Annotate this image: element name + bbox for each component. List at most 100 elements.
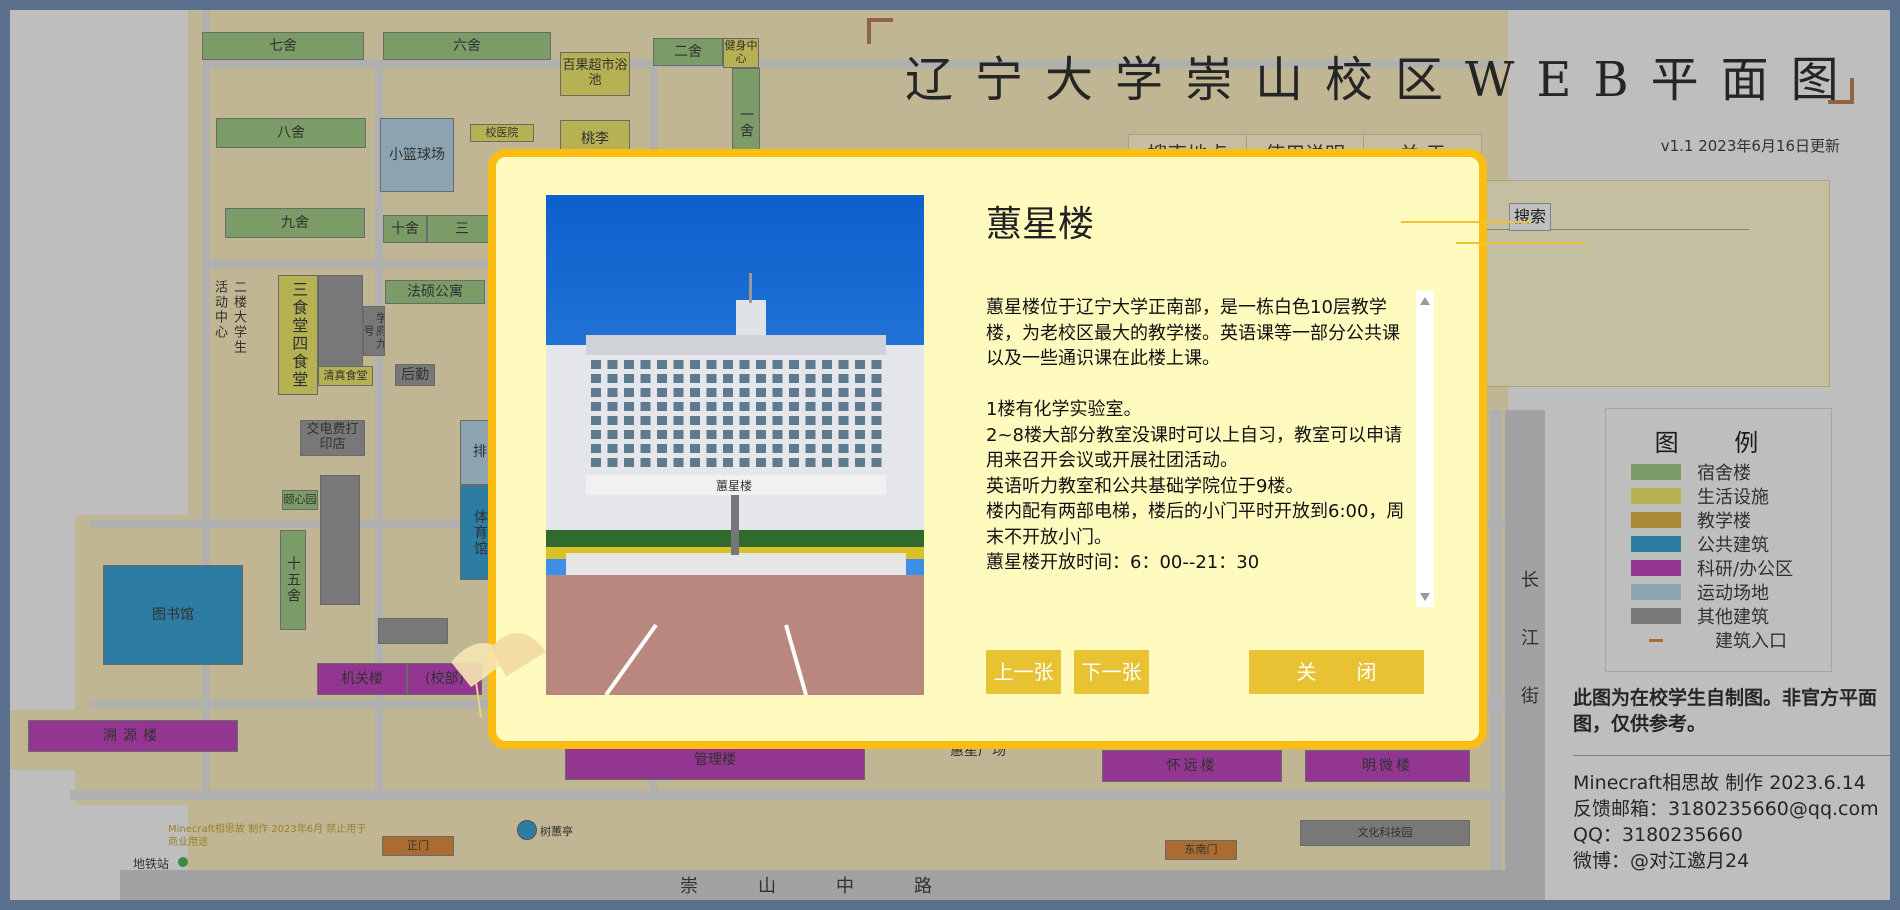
photo-window xyxy=(690,360,700,369)
photo-window xyxy=(673,388,684,397)
photo-window xyxy=(706,388,717,397)
photo-window xyxy=(607,444,618,453)
photo-window xyxy=(838,416,849,425)
ginkgo-leaf-icon xyxy=(451,633,546,717)
photo-window xyxy=(657,402,667,411)
photo-window xyxy=(607,416,618,425)
photo-window xyxy=(772,444,783,453)
photo-window xyxy=(640,360,651,369)
photo-window xyxy=(739,416,750,425)
photo-window xyxy=(822,416,832,425)
prev-photo-button[interactable]: 上一张 xyxy=(986,650,1061,694)
photo-window xyxy=(805,388,816,397)
photo-window xyxy=(838,444,849,453)
photo-window xyxy=(706,402,717,411)
photo-window xyxy=(871,388,882,397)
photo-window xyxy=(805,374,816,383)
photo-window xyxy=(789,388,799,397)
photo-window xyxy=(673,416,684,425)
photo-window xyxy=(607,374,618,383)
photo-window xyxy=(657,388,667,397)
photo-window xyxy=(607,430,618,439)
close-button[interactable]: 关 闭 xyxy=(1249,650,1424,694)
photo-window xyxy=(706,416,717,425)
photo-window xyxy=(591,430,601,439)
photo-window xyxy=(739,374,750,383)
photo-window xyxy=(690,402,700,411)
photo-window xyxy=(640,458,651,467)
photo-window xyxy=(772,402,783,411)
photo-window xyxy=(838,458,849,467)
photo-window xyxy=(723,458,733,467)
photo-window xyxy=(855,360,865,369)
photo-window xyxy=(871,416,882,425)
photo-window xyxy=(690,444,700,453)
photo-window xyxy=(690,458,700,467)
photo-window xyxy=(739,360,750,369)
photo-window xyxy=(789,430,799,439)
photo-window xyxy=(772,430,783,439)
photo-window xyxy=(772,360,783,369)
photo-window xyxy=(871,458,882,467)
photo-window xyxy=(673,444,684,453)
photo-window xyxy=(838,388,849,397)
photo-window xyxy=(640,388,651,397)
photo-window xyxy=(838,402,849,411)
scroll-up-icon[interactable] xyxy=(1420,297,1430,305)
photo-window xyxy=(838,374,849,383)
photo-window xyxy=(739,430,750,439)
photo-window xyxy=(871,430,882,439)
photo-window xyxy=(657,444,667,453)
photo-window xyxy=(822,360,832,369)
photo-window xyxy=(822,458,832,467)
photo-window xyxy=(624,388,634,397)
photo-window xyxy=(805,444,816,453)
photo-window xyxy=(838,430,849,439)
photo-window xyxy=(624,458,634,467)
photo-sign-text: 蕙星楼 xyxy=(716,478,752,493)
photo-window xyxy=(805,416,816,425)
photo-window xyxy=(723,416,733,425)
photo-window xyxy=(591,444,601,453)
photo-window xyxy=(624,402,634,411)
photo-window xyxy=(822,388,832,397)
photo-window xyxy=(739,402,750,411)
scroll-down-icon[interactable] xyxy=(1420,593,1430,601)
building-info-dialog: 蕙星楼 蕙星楼 蕙星楼位于辽宁大学正南部，是一栋白色10层教学楼，为老校区最大的… xyxy=(451,149,1586,749)
photo-window xyxy=(855,416,865,425)
photo-window xyxy=(789,402,799,411)
photo-window xyxy=(657,360,667,369)
photo-window xyxy=(822,402,832,411)
photo-window xyxy=(706,458,717,467)
photo-window xyxy=(657,458,667,467)
photo-window xyxy=(706,360,717,369)
dialog-title: 蕙星楼 xyxy=(986,204,1095,245)
next-photo-button[interactable]: 下一张 xyxy=(1074,650,1149,694)
photo-window xyxy=(640,402,651,411)
photo-window xyxy=(871,444,882,453)
photo-window xyxy=(805,430,816,439)
photo-window xyxy=(756,360,766,369)
photo-window xyxy=(591,416,601,425)
photo-window xyxy=(673,458,684,467)
photo-window xyxy=(855,388,865,397)
description-scrollbar[interactable] xyxy=(1416,291,1434,607)
photo-window xyxy=(805,360,816,369)
photo-window xyxy=(838,360,849,369)
photo-window xyxy=(640,374,651,383)
photo-window xyxy=(756,444,766,453)
photo-window xyxy=(789,416,799,425)
photo-window xyxy=(855,374,865,383)
photo-window xyxy=(822,374,832,383)
photo-window xyxy=(657,416,667,425)
photo-window xyxy=(624,416,634,425)
photo-window xyxy=(723,402,733,411)
photo-window xyxy=(756,458,766,467)
photo-window xyxy=(756,430,766,439)
photo-window xyxy=(607,360,618,369)
photo-window xyxy=(805,402,816,411)
photo-window xyxy=(772,416,783,425)
photo-window xyxy=(723,374,733,383)
photo-window xyxy=(789,444,799,453)
photo-window xyxy=(591,458,601,467)
